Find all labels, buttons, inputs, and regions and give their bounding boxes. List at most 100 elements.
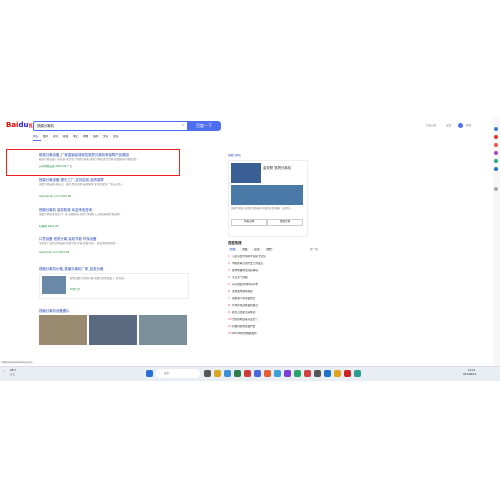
result-image[interactable] [89,315,137,345]
app-icon[interactable] [314,370,321,377]
hot-item[interactable]: 11科技创新成果发布会 [228,325,318,332]
hot-item[interactable]: 3 夏季防暑降温注意事项 [228,269,318,276]
app-icon[interactable] [294,370,301,377]
hot-search-heading: 百度热搜 [228,241,242,245]
product-card[interactable]: 提供铁磨分离机价格,铁磨分离机批发,厂家直销... 阿里巴巴 [39,273,189,299]
hot-item[interactable]: 5 高考成绩查询时间公布 [228,283,318,290]
hot-item[interactable]: 122024年经济数据发布 [228,332,318,339]
explorer-icon[interactable] [214,370,221,377]
tab-news[interactable]: 资讯 [53,135,58,138]
rp-consult-button[interactable]: 在线咨询 [267,219,303,226]
result-source[interactable]: www.fenliji.com 2024-06 [39,195,189,198]
hot-item[interactable]: 4 今日天气预报 [228,276,318,283]
top-link-settings[interactable]: 设置 [446,124,451,127]
app-icon[interactable] [244,370,251,377]
tab-notes[interactable]: 笔记 [73,135,78,138]
active-tab-indicator [33,140,41,141]
hot-tab[interactable]: 民生 [252,248,262,251]
weather-desc: 多云 [10,373,16,376]
product-desc: 提供铁磨分离机价格,铁磨分离机批发,厂家直销... [70,277,126,280]
search-button[interactable]: 百度一下 [187,121,221,131]
search-tabs: 网页 图片 资讯 视频 笔记 地图 贴吧 文库 更多 [33,135,122,138]
result-source[interactable]: 兴海电器设备 2024-06 [39,165,66,168]
baidu-logo[interactable]: Baidu百度 [6,121,36,130]
hot-item[interactable]: 8 世界杯预选赛最新赛况 [228,304,318,311]
app-icon[interactable] [264,370,271,377]
close-icon[interactable]: ✕ [182,124,184,127]
result-desc: 磁铁分离设备厂家直销,专业生产各类分离机,铁质分离机选型咨询,质量保障,价格优惠… [39,158,139,161]
tab-wenku[interactable]: 文库 [103,135,108,138]
rp-heading[interactable]: 铁磨分离机 [228,154,241,157]
tab-map[interactable]: 地图 [83,135,88,138]
tab-tieba[interactable]: 贴吧 [93,135,98,138]
avatar[interactable] [458,123,463,128]
result-5: 铁磨分离机价格_铁磨分离机厂家_批发价格 提供铁磨分离机价格,铁磨分离机批发,厂… [39,267,189,299]
tab-web[interactable]: 网页 [33,135,38,138]
username[interactable]: 秋秋 [466,124,471,127]
hot-tab[interactable]: 财经 [264,248,274,251]
browser-screen: Baidu百度 铁磨分离机 ✕ 百度一下 百度首页 设置 秋秋 网页 图片 资讯… [0,117,500,381]
app-icon[interactable] [334,370,341,377]
browser-icon[interactable] [224,370,231,377]
app-icon[interactable] [254,370,261,377]
rp-official-button[interactable]: 查看官网 [231,219,267,226]
product-source[interactable]: 阿里巴巴 [70,288,80,291]
hot-list: 1 习近平给中国科学院院士回信 2 中国在联合国大会上的发言 3 夏季防暑降温注意事项… [228,255,318,339]
sidebar-add-icon[interactable] [494,187,498,191]
result-title[interactable]: 铁磨分离机设备图片 [39,309,189,313]
clock-date[interactable]: 2024/6/12 [463,373,476,376]
hot-item[interactable]: 7 新能源汽车销量增长 [228,297,318,304]
sidebar-office-icon[interactable] [494,159,498,163]
result-4: 口意设备 铁质分离 高效节能 环保设备 专业生产铁质分离设备,高效节能,环保,质… [39,237,189,254]
rp-product-title[interactable]: 金双联 铁屑分离机 [263,166,307,170]
hot-tabs: 热搜 文娱 民生 财经 [228,248,274,251]
weather-icon[interactable]: ☀ [3,370,5,373]
result-source[interactable]: www.jixie.com 2024-06 [39,251,189,254]
hot-item[interactable]: 6 某地发布暴雨预警 [228,290,318,297]
result-title[interactable]: 口意设备 铁质分离 高效节能 环保设备 [39,237,189,241]
app-icon[interactable] [304,370,311,377]
rp-card: 金双联 铁屑分离机 铁屑分离机,高效分离铁屑与切削液,金双联厂家直供... 查看… [228,160,308,237]
app-icon[interactable] [284,370,291,377]
hot-item[interactable]: 10全国各地迎来高温天气 [228,318,318,325]
app-icon[interactable] [354,370,361,377]
hot-item[interactable]: 2 中国在联合国大会上的发言 [228,262,318,269]
taskbar-search[interactable]: ⌕ 搜索 [156,369,200,378]
result-desc: 专业生产铁质分离设备,高效节能,环保,质量可靠,厂家直销价格优惠... [39,242,118,245]
app-icon[interactable] [274,370,281,377]
hot-tab[interactable]: 文娱 [240,248,250,251]
app-icon[interactable] [324,370,331,377]
result-desc: 铁磨分离设备,源头工厂直供,支持定制,品质保障,专业研发生产,售后无忧... [39,183,124,186]
hot-item[interactable]: 9 航天员出舱活动成功 [228,311,318,318]
sidebar-search-icon[interactable] [494,127,498,131]
result-image[interactable] [139,315,187,345]
clock-time[interactable]: 14:22 [468,369,475,372]
refresh-link[interactable]: 换一换 [310,248,318,251]
hot-tab[interactable]: 热搜 [228,248,238,251]
search-input[interactable]: 铁磨分离机 ✕ [33,121,188,131]
result-title[interactable]: 铁磨分离机价格_铁磨分离机厂家_批发价格 [39,267,189,271]
logo-du: du [18,121,29,129]
result-title[interactable]: 磁铁分离设备_厂家直销高效磁性铁质分离机有保障产品原因 [39,153,177,157]
top-link-home[interactable]: 百度首页 [426,124,436,127]
result-2: 铁磨分离设备-源头工厂-支持定制-品质保障 铁磨分离设备,源头工厂直供,支持定制… [39,178,189,198]
weather-temp[interactable]: 28°C [10,369,16,372]
sidebar-tools-icon[interactable] [494,143,498,147]
result-image[interactable] [39,315,87,345]
tab-images[interactable]: 图片 [43,135,48,138]
app-icon[interactable] [344,370,351,377]
result-source[interactable]: 机械网 2024-06 [39,225,189,228]
sidebar-outlook-icon[interactable] [494,167,498,171]
sidebar-games-icon[interactable] [494,151,498,155]
app-icon[interactable] [234,370,241,377]
taskview-icon[interactable] [204,370,211,377]
start-icon[interactable] [146,370,153,377]
taskbar: ☀ 28°C 多云 ⌕ 搜索 14:22 2024/6/12 [0,366,500,381]
result-title[interactable]: 铁磨分离机 高效除铁 欢迎来电咨询 [39,208,189,212]
tab-video[interactable]: 视频 [63,135,68,138]
sidebar-favorites-icon[interactable] [494,135,498,139]
taskbar-search-text: 搜索 [164,372,170,375]
tab-more[interactable]: 更多 [113,135,118,138]
result-title[interactable]: 铁磨分离设备-源头工厂-支持定制-品质保障 [39,178,189,182]
hot-item[interactable]: 1 习近平给中国科学院院士回信 [228,255,318,262]
